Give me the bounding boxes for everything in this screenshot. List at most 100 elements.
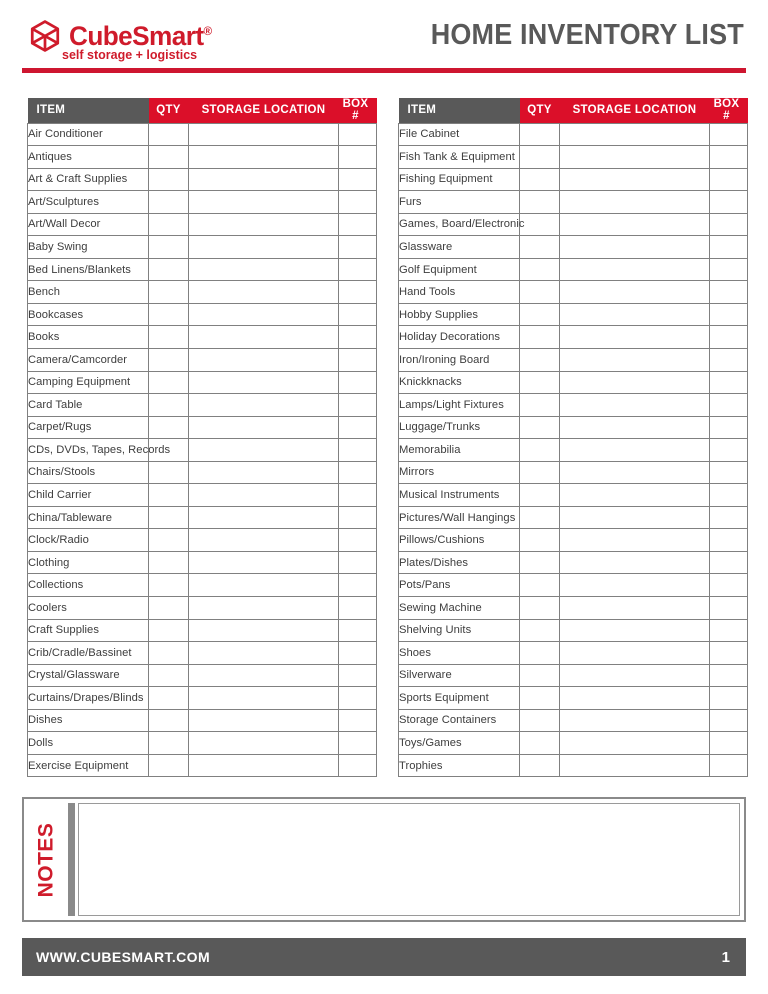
cell-qty-input[interactable]	[148, 393, 189, 417]
cell-box-number-input[interactable]	[709, 393, 748, 417]
cell-box-number-input[interactable]	[709, 595, 748, 620]
cell-qty-input[interactable]	[148, 347, 189, 372]
cell-storage-location-input[interactable]	[188, 370, 339, 395]
cell-storage-location-input[interactable]	[559, 641, 710, 665]
cell-box-number-input[interactable]	[709, 618, 748, 643]
cell-storage-location-input[interactable]	[188, 708, 339, 733]
cell-box-number-input[interactable]	[709, 528, 748, 552]
cell-box-number-input[interactable]	[338, 370, 377, 395]
cell-box-number-input[interactable]	[338, 708, 377, 733]
cell-storage-location-input[interactable]	[559, 686, 710, 710]
cell-box-number-input[interactable]	[338, 753, 377, 778]
cell-qty-input[interactable]	[148, 235, 189, 259]
cell-box-number-input[interactable]	[709, 550, 748, 575]
cell-qty-input[interactable]	[148, 573, 189, 597]
cell-storage-location-input[interactable]	[559, 731, 710, 755]
cell-box-number-input[interactable]	[338, 280, 377, 304]
cell-qty-input[interactable]	[148, 122, 189, 147]
cell-box-number-input[interactable]	[709, 235, 748, 259]
cell-qty-input[interactable]	[519, 393, 560, 417]
cell-storage-location-input[interactable]	[188, 122, 339, 147]
cell-qty-input[interactable]	[148, 663, 189, 688]
cell-qty-input[interactable]	[148, 280, 189, 304]
cell-box-number-input[interactable]	[338, 731, 377, 755]
cell-storage-location-input[interactable]	[559, 415, 710, 440]
cell-box-number-input[interactable]	[709, 257, 748, 282]
cell-box-number-input[interactable]	[709, 505, 748, 530]
cell-box-number-input[interactable]	[338, 302, 377, 327]
cell-box-number-input[interactable]	[709, 438, 748, 462]
cell-qty-input[interactable]	[148, 618, 189, 643]
cell-qty-input[interactable]	[148, 415, 189, 440]
cell-storage-location-input[interactable]	[188, 415, 339, 440]
cell-storage-location-input[interactable]	[559, 618, 710, 643]
cell-qty-input[interactable]	[519, 573, 560, 597]
cell-storage-location-input[interactable]	[188, 280, 339, 304]
cell-storage-location-input[interactable]	[188, 167, 339, 192]
cell-storage-location-input[interactable]	[188, 393, 339, 417]
cell-box-number-input[interactable]	[338, 415, 377, 440]
cell-box-number-input[interactable]	[709, 190, 748, 214]
cell-storage-location-input[interactable]	[188, 573, 339, 597]
cell-qty-input[interactable]	[148, 483, 189, 507]
cell-storage-location-input[interactable]	[188, 235, 339, 259]
cell-storage-location-input[interactable]	[559, 753, 710, 778]
cell-qty-input[interactable]	[519, 257, 560, 282]
cell-qty-input[interactable]	[519, 618, 560, 643]
cell-box-number-input[interactable]	[338, 595, 377, 620]
cell-storage-location-input[interactable]	[559, 483, 710, 507]
cell-storage-location-input[interactable]	[559, 190, 710, 214]
cell-qty-input[interactable]	[519, 122, 560, 147]
cell-qty-input[interactable]	[519, 438, 560, 462]
cell-box-number-input[interactable]	[338, 347, 377, 372]
cell-box-number-input[interactable]	[338, 618, 377, 643]
cell-box-number-input[interactable]	[709, 415, 748, 440]
cell-box-number-input[interactable]	[709, 483, 748, 507]
cell-qty-input[interactable]	[148, 370, 189, 395]
cell-box-number-input[interactable]	[338, 438, 377, 462]
cell-box-number-input[interactable]	[709, 122, 748, 147]
cell-qty-input[interactable]	[148, 686, 189, 710]
cell-qty-input[interactable]	[519, 415, 560, 440]
cell-storage-location-input[interactable]	[188, 505, 339, 530]
cell-qty-input[interactable]	[519, 145, 560, 169]
cell-qty-input[interactable]	[519, 528, 560, 552]
cell-storage-location-input[interactable]	[559, 573, 710, 597]
cell-storage-location-input[interactable]	[559, 708, 710, 733]
cell-storage-location-input[interactable]	[559, 235, 710, 259]
cell-storage-location-input[interactable]	[188, 595, 339, 620]
cell-box-number-input[interactable]	[338, 190, 377, 214]
cell-storage-location-input[interactable]	[559, 325, 710, 349]
cell-qty-input[interactable]	[519, 686, 560, 710]
cell-storage-location-input[interactable]	[559, 505, 710, 530]
cell-qty-input[interactable]	[148, 190, 189, 214]
cell-storage-location-input[interactable]	[188, 663, 339, 688]
cell-storage-location-input[interactable]	[188, 145, 339, 169]
cell-box-number-input[interactable]	[709, 460, 748, 485]
cell-storage-location-input[interactable]	[188, 190, 339, 214]
cell-box-number-input[interactable]	[709, 145, 748, 169]
cell-box-number-input[interactable]	[709, 370, 748, 395]
cell-qty-input[interactable]	[519, 302, 560, 327]
cell-box-number-input[interactable]	[709, 167, 748, 192]
cell-box-number-input[interactable]	[709, 708, 748, 733]
cell-qty-input[interactable]	[148, 708, 189, 733]
cell-qty-input[interactable]	[148, 302, 189, 327]
cell-box-number-input[interactable]	[709, 347, 748, 372]
cell-qty-input[interactable]	[148, 145, 189, 169]
cell-storage-location-input[interactable]	[559, 550, 710, 575]
cell-storage-location-input[interactable]	[188, 212, 339, 237]
cell-qty-input[interactable]	[148, 753, 189, 778]
cell-storage-location-input[interactable]	[559, 438, 710, 462]
cell-box-number-input[interactable]	[338, 212, 377, 237]
cell-box-number-input[interactable]	[338, 145, 377, 169]
cell-box-number-input[interactable]	[338, 505, 377, 530]
cell-box-number-input[interactable]	[709, 731, 748, 755]
cell-qty-input[interactable]	[519, 325, 560, 349]
cell-qty-input[interactable]	[519, 212, 560, 237]
cell-storage-location-input[interactable]	[559, 257, 710, 282]
cell-qty-input[interactable]	[519, 235, 560, 259]
cell-qty-input[interactable]	[519, 731, 560, 755]
cell-qty-input[interactable]	[148, 167, 189, 192]
cell-qty-input[interactable]	[519, 483, 560, 507]
